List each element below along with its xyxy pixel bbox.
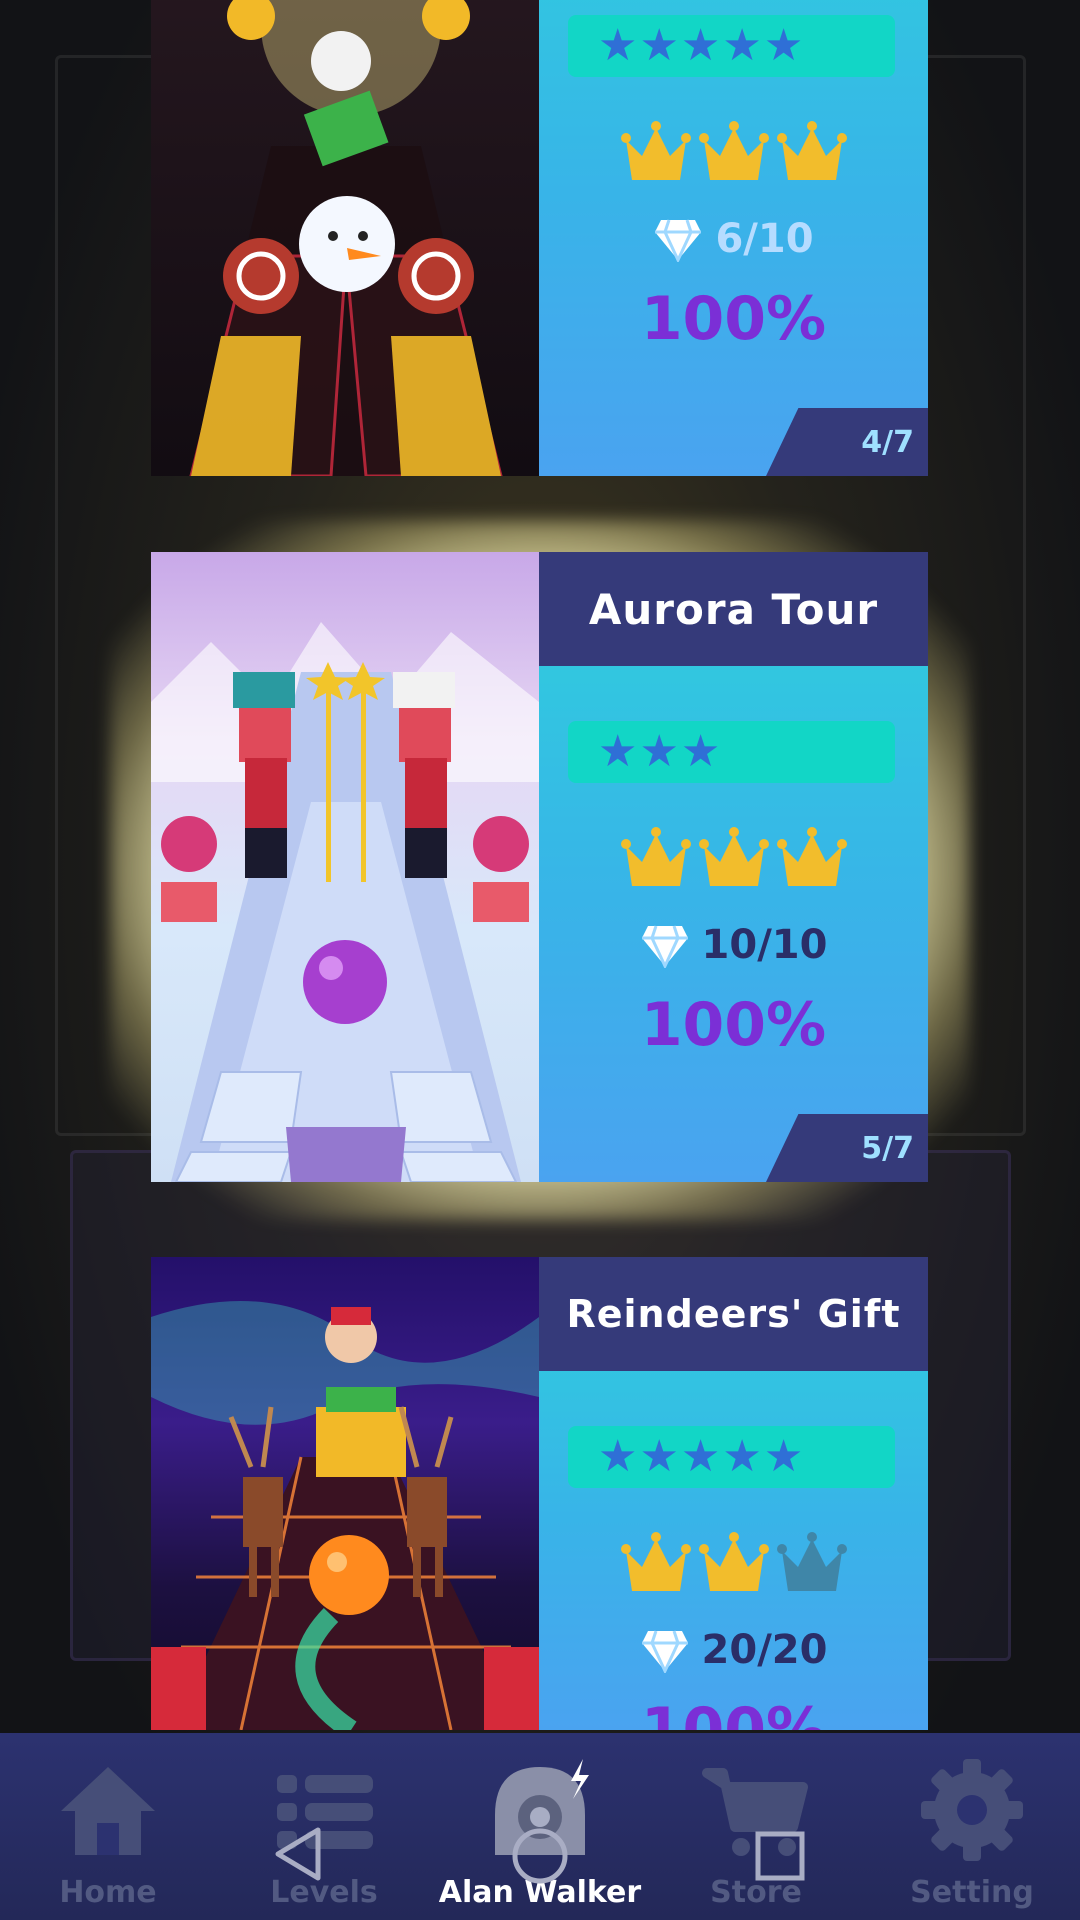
diamond-icon [641,925,688,968]
crown-icon [620,827,691,886]
nav-setting-label: Setting [910,1875,1034,1910]
level-info: ★ ★ ★ ★ ★ 6/10 100% 4/7 [539,0,928,476]
nav-setting[interactable]: Setting [864,1733,1080,1920]
crown-icon [698,1532,769,1591]
page-indicator: 4/7 [766,408,928,476]
star-icon: ★ [680,1431,721,1482]
crown-icon [698,121,769,180]
stars-bar: ★ ★ ★ ★ ★ [568,15,895,77]
star-icon: ★ [639,1431,679,1482]
completion-percent: 100% [640,1695,827,1730]
nav-store[interactable]: Store [648,1733,864,1920]
star-icon: ★ [598,1431,638,1482]
nav-levels[interactable]: Levels [216,1733,432,1920]
gems-count: 10/10 [539,922,928,968]
gems-count: 6/10 [539,216,928,262]
list-icon [277,1775,373,1849]
star-icon: ★ [598,20,638,71]
nav-home-label: Home [59,1875,157,1910]
level-card-5[interactable]: Aurora Tour ★ ★ ★ 10/10 100% 5/7 [151,552,928,1182]
gems-count: 20/20 [539,1627,928,1673]
crown-icon [620,1532,691,1591]
gear-icon [921,1759,1023,1861]
crowns-row [539,118,928,190]
crown-icon [698,827,769,886]
gems-label: 6/10 [715,216,814,262]
nav-store-label: Store [710,1875,802,1910]
crown-empty-icon [776,1532,847,1591]
level-info: Reindeers' Gift ★ ★ ★ ★ ★ 20/20 100% [539,1257,928,1730]
star-icon: ★ [722,1431,762,1482]
level-card-4[interactable]: ★ ★ ★ ★ ★ 6/10 100% 4/7 [151,0,928,476]
star-icon: ★ [680,20,721,71]
completion-percent: 100% [640,990,827,1060]
bottom-nav: Home Levels Alan Walker Store Setting [0,1733,1080,1920]
star-icon: ★ [639,20,679,71]
star-icon: ★ [763,20,804,71]
level-art-snowman [151,0,539,476]
stars-bar: ★ ★ ★ [568,721,895,783]
stars-bar: ★ ★ ★ ★ ★ [568,1426,895,1488]
alan-walker-icon [495,1759,589,1855]
level-art-reindeer [151,1257,539,1730]
completion-percent: 100% [640,284,827,354]
star-icon: ★ [639,726,679,777]
level-card-6[interactable]: Reindeers' Gift ★ ★ ★ ★ ★ 20/20 100% [151,1257,928,1730]
home-icon [61,1767,155,1855]
diamond-icon [641,1630,688,1673]
crowns-row [539,1529,928,1601]
star-icon: ★ [722,20,762,71]
gems-label: 10/10 [701,922,828,968]
nav-alan-walker-label: Alan Walker [438,1875,642,1910]
nav-levels-label: Levels [270,1875,378,1910]
nav-alan-walker[interactable]: Alan Walker [432,1733,648,1920]
crown-icon [776,121,847,180]
nav-home[interactable]: Home [0,1733,216,1920]
level-title: Reindeers' Gift [539,1257,928,1371]
crown-icon [776,827,847,886]
level-art-aurora [151,552,539,1182]
diamond-icon [655,219,702,262]
page-indicator: 5/7 [766,1114,928,1182]
star-icon: ★ [680,726,721,777]
crown-icon [620,121,691,180]
cart-icon [702,1768,808,1856]
crowns-row [539,824,928,896]
gems-label: 20/20 [701,1627,828,1673]
level-title: Aurora Tour [539,552,928,666]
star-icon: ★ [598,726,638,777]
star-icon: ★ [763,1431,804,1482]
level-info: Aurora Tour ★ ★ ★ 10/10 100% 5/7 [539,552,928,1182]
